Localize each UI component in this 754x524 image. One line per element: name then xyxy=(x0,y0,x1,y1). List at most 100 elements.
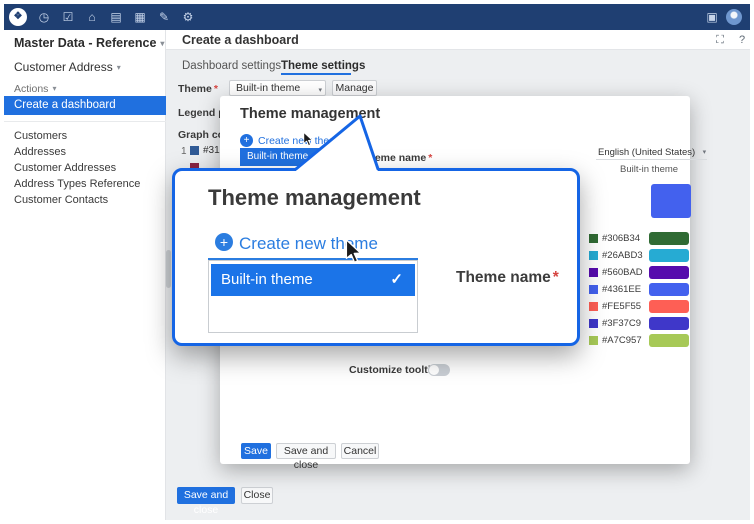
process-icon[interactable]: ⚙ xyxy=(178,4,198,30)
callout-title: Theme management xyxy=(208,185,421,211)
builtin-theme-label: Built-in theme xyxy=(247,148,308,166)
app-window: ❖ ◷ ☑ ⌂ ▤ ▦ ✎ ⚙ ▣ Master Data - Referenc… xyxy=(4,4,750,520)
color-swatch[interactable] xyxy=(649,283,689,296)
dialog-title: Theme management xyxy=(240,106,380,122)
screenshot-frame: ❖ ◷ ☑ ⌂ ▤ ▦ ✎ ⚙ ▣ Master Data - Referenc… xyxy=(0,0,754,524)
home-icon[interactable]: ⌂ xyxy=(82,4,102,30)
feed-icon[interactable]: ▤ xyxy=(106,4,126,30)
divider xyxy=(4,121,166,122)
color-swatch[interactable] xyxy=(649,317,689,330)
compose-icon[interactable]: ✎ xyxy=(154,4,174,30)
plus-icon[interactable]: + xyxy=(215,233,233,251)
color-row: #A7C957 xyxy=(589,334,689,347)
manage-button[interactable]: Manage xyxy=(332,80,377,96)
plus-icon[interactable]: + xyxy=(240,134,253,147)
color-hex-value[interactable]: #4361EE xyxy=(602,283,641,296)
panel-toggle-icon[interactable]: ▣ xyxy=(702,4,722,30)
theme-list: Built-in theme ✓ xyxy=(208,260,418,333)
color-chip[interactable] xyxy=(589,251,598,260)
color-chip[interactable] xyxy=(190,146,199,155)
chevron-down-icon: ▾ xyxy=(703,148,707,156)
color-chip[interactable] xyxy=(589,234,598,243)
color-row-number: 1 xyxy=(181,146,187,157)
color-hex-value[interactable]: #26ABD3 xyxy=(602,249,643,262)
theme-select-value: Built-in theme xyxy=(236,82,300,94)
color-chip[interactable] xyxy=(589,268,598,277)
fullscreen-icon[interactable]: ⛶ xyxy=(712,30,728,50)
color-chip[interactable] xyxy=(589,302,598,311)
chevron-down-icon: ▾ xyxy=(160,39,164,48)
approvals-icon[interactable]: ☑ xyxy=(58,4,78,30)
color-chip[interactable] xyxy=(589,285,598,294)
language-select[interactable]: English (United States) ▾ xyxy=(596,146,707,160)
sidebar-item-customers[interactable]: Customers xyxy=(14,128,164,144)
color-hex-value[interactable]: #560BAD xyxy=(602,266,643,279)
chevron-down-icon: ▾ xyxy=(52,84,56,93)
chevron-down-icon: ▾ xyxy=(117,63,121,72)
sidebar-item-customer-addresses[interactable]: Customer Addresses xyxy=(14,160,164,176)
user-avatar[interactable] xyxy=(726,9,742,25)
theme-name-label: Theme name* xyxy=(456,269,559,287)
color-row: #306B34 xyxy=(589,232,689,245)
color-swatch[interactable] xyxy=(649,249,689,262)
customize-tooltip-toggle[interactable] xyxy=(428,364,450,376)
dialog-save-button[interactable]: Save xyxy=(241,443,271,459)
topbar: ❖ ◷ ☑ ⌂ ▤ ▦ ✎ ⚙ ▣ xyxy=(4,4,750,30)
color-hex-value[interactable]: #A7C957 xyxy=(602,334,642,347)
help-icon[interactable]: ? xyxy=(734,30,750,50)
color-chip[interactable] xyxy=(589,319,598,328)
customize-tooltip-label: Customize tooltip xyxy=(349,364,437,376)
section-label: Customer Address xyxy=(14,60,113,74)
section-selector[interactable]: Customer Address ▾ xyxy=(14,60,121,74)
scrollbar-thumb[interactable] xyxy=(166,250,171,288)
sidebar-item-customer-contacts[interactable]: Customer Contacts xyxy=(14,192,164,208)
language-select-value: English (United States) xyxy=(598,147,695,158)
actions-menu[interactable]: Actions ▾ xyxy=(14,83,56,95)
color-swatch[interactable] xyxy=(649,334,689,347)
tab-dashboard-settings[interactable]: Dashboard settings xyxy=(182,58,281,74)
close-button[interactable]: Close xyxy=(241,487,273,504)
color-row: #560BAD xyxy=(589,266,689,279)
dialog-save-and-close-button[interactable]: Save and close xyxy=(276,443,336,459)
zoom-callout: Theme management + Create new theme Buil… xyxy=(172,168,580,346)
builtin-theme-item[interactable]: Built-in theme ✓ xyxy=(240,148,342,166)
save-and-close-button[interactable]: Save and close xyxy=(177,487,235,504)
builtin-theme-item[interactable]: Built-in theme ✓ xyxy=(211,264,415,296)
required-mark: * xyxy=(553,269,559,286)
color-swatch[interactable] xyxy=(649,232,689,245)
color-swatch-partial[interactable] xyxy=(651,184,691,218)
history-icon[interactable]: ◷ xyxy=(34,4,54,30)
create-new-theme-link[interactable]: Create new theme xyxy=(258,135,344,147)
check-icon: ✓ xyxy=(390,264,403,296)
color-hex-value[interactable]: #3F37C9 xyxy=(602,317,641,330)
calendar-icon[interactable]: ▦ xyxy=(130,4,150,30)
color-row: #4361EE xyxy=(589,283,689,296)
check-icon: ✓ xyxy=(327,148,335,166)
color-row: #FE5F55 xyxy=(589,300,689,313)
app-logo-icon[interactable]: ❖ xyxy=(9,8,27,26)
color-swatch[interactable] xyxy=(649,300,689,313)
color-chip[interactable] xyxy=(589,336,598,345)
required-mark: * xyxy=(428,152,432,164)
sidebar: Master Data - Reference ▾ Customer Addres… xyxy=(4,30,166,520)
color-hex-value[interactable]: #FE5F55 xyxy=(602,300,641,313)
workspace-selector[interactable]: Master Data - Reference ▾ xyxy=(14,36,164,50)
page-header: Create a dashboard ⛶ ? xyxy=(166,30,750,50)
create-new-theme-link[interactable]: Create new theme xyxy=(239,234,378,254)
tab-theme-settings[interactable]: Theme settings xyxy=(281,58,365,74)
sidebar-item-addresses[interactable]: Addresses xyxy=(14,144,164,160)
dialog-cancel-button[interactable]: Cancel xyxy=(341,443,379,459)
color-row: #26ABD3 xyxy=(589,249,689,262)
theme-field-label: Theme* xyxy=(178,83,218,95)
required-mark: * xyxy=(214,83,218,95)
theme-name-label: Theme name* xyxy=(362,152,432,164)
page-title: Create a dashboard xyxy=(182,30,299,50)
theme-name-value[interactable]: Built-in theme xyxy=(620,164,678,175)
actions-label: Actions xyxy=(14,83,48,95)
color-hex-value[interactable]: #306B34 xyxy=(602,232,640,245)
sidebar-item-address-types-reference[interactable]: Address Types Reference xyxy=(14,176,164,192)
workspace-label: Master Data - Reference xyxy=(14,36,156,50)
theme-select[interactable]: Built-in theme ▾ xyxy=(229,80,326,96)
sidebar-item-create-dashboard[interactable]: Create a dashboard xyxy=(4,96,166,115)
color-swatch[interactable] xyxy=(649,266,689,279)
